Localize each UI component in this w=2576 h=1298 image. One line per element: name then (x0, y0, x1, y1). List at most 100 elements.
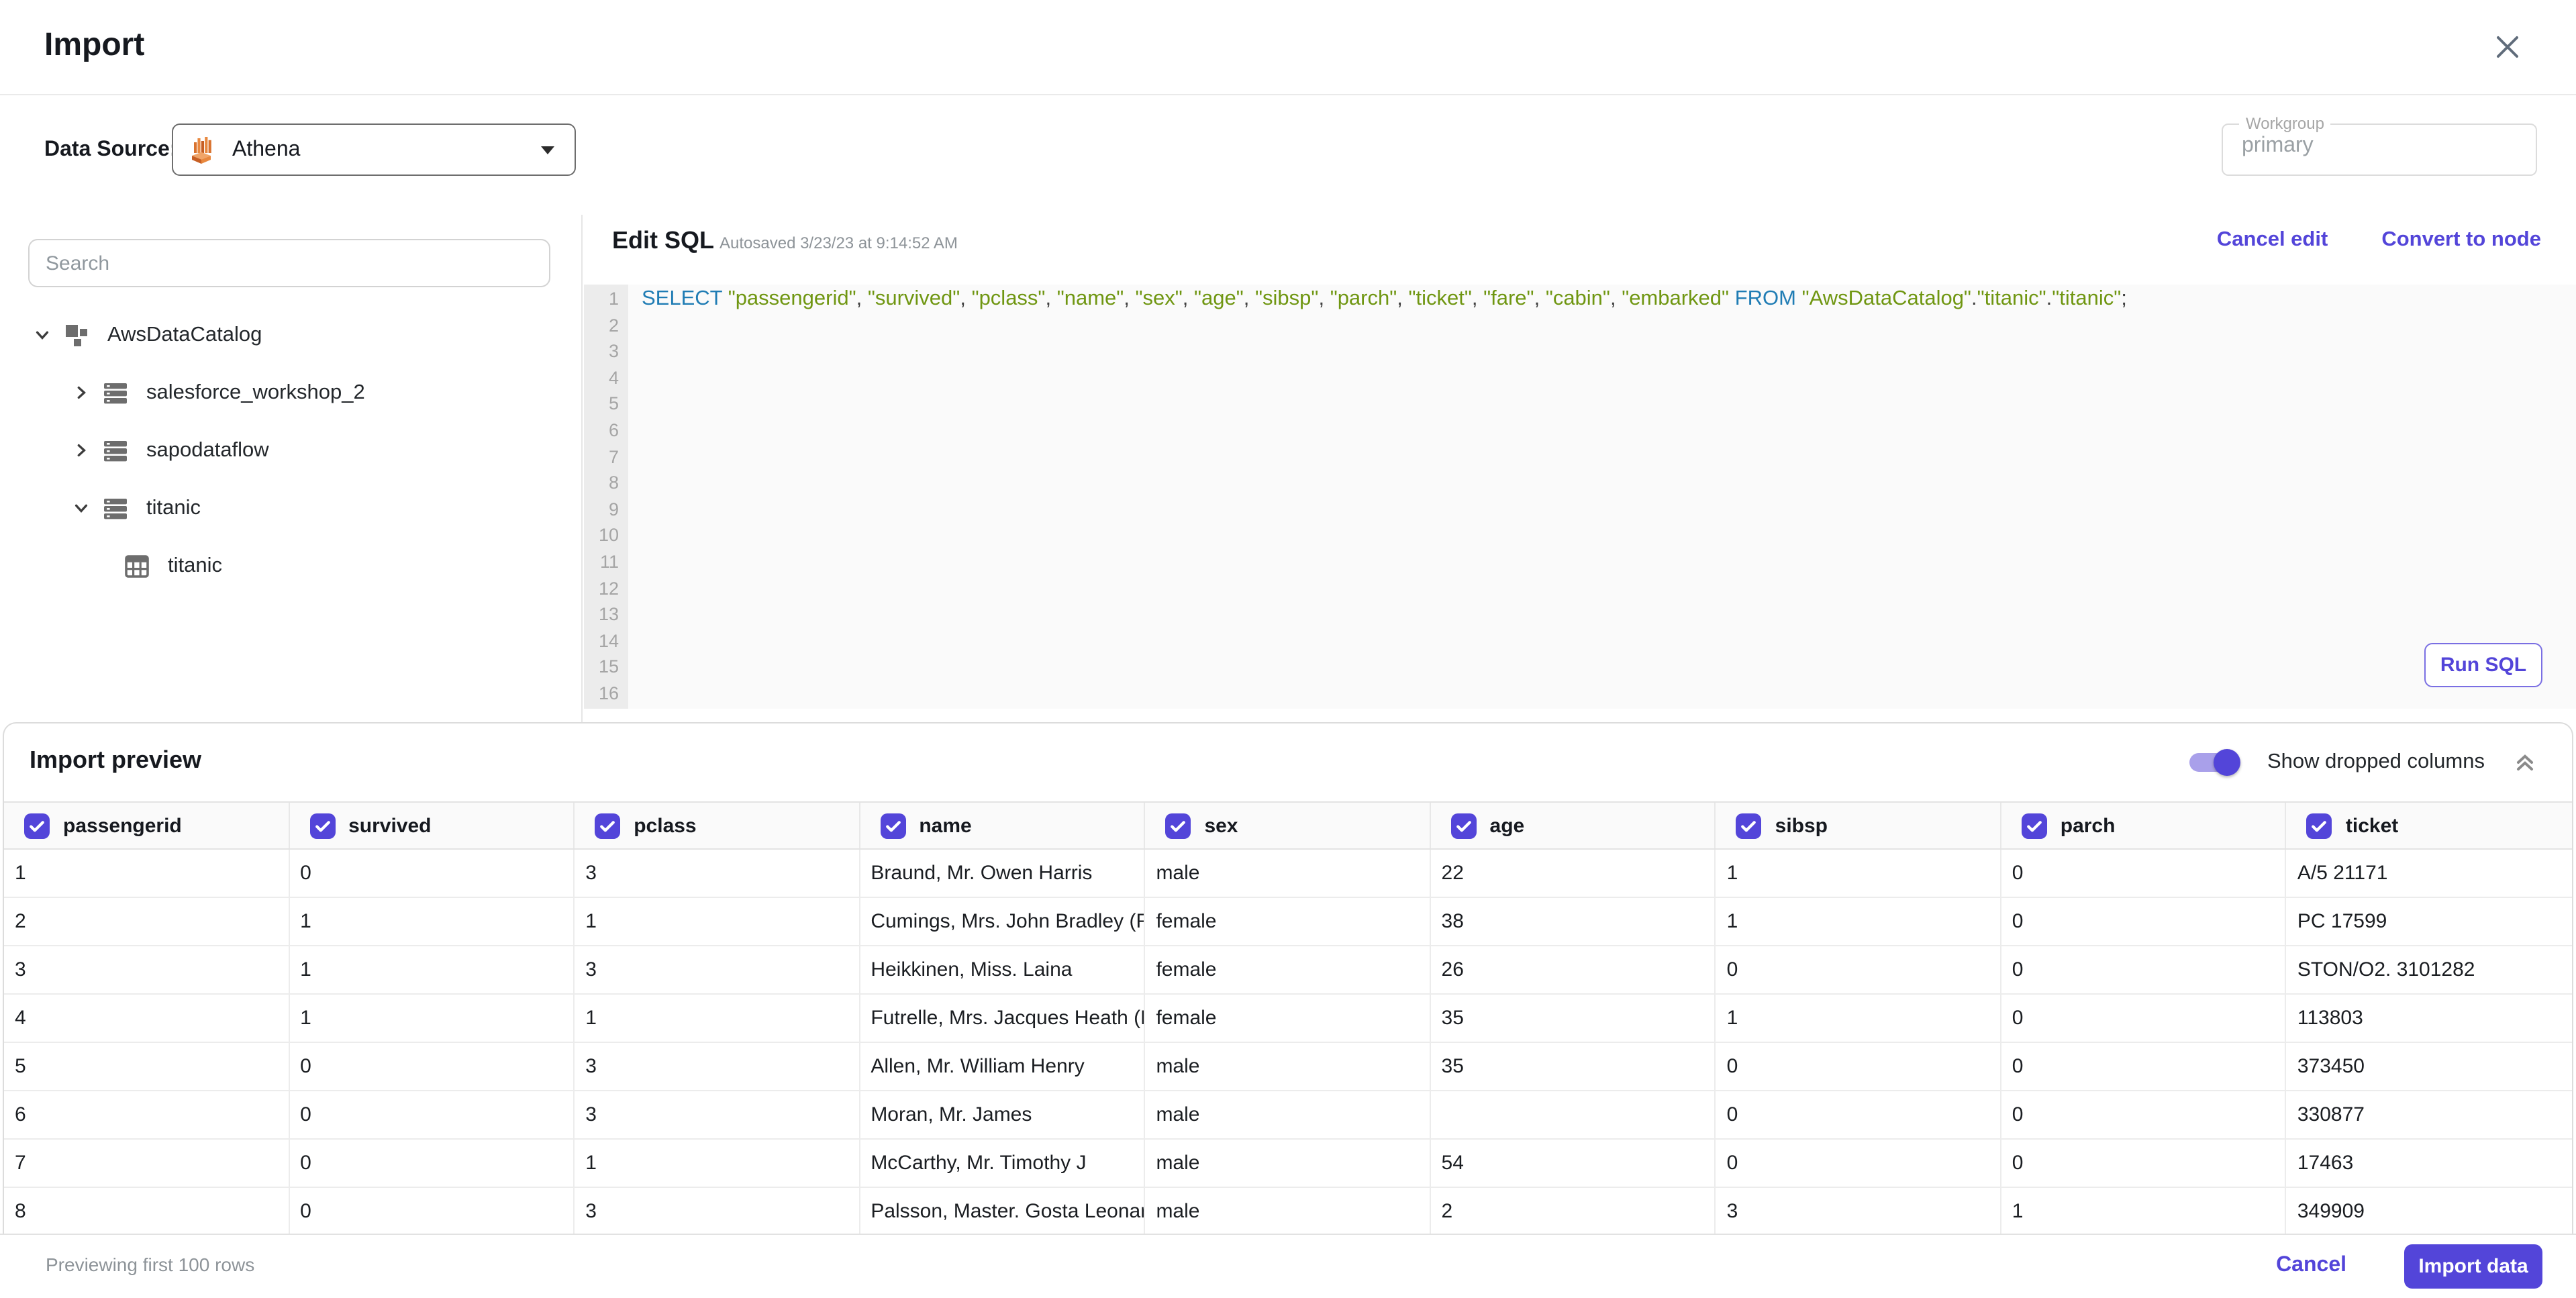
table-row-3: 3 1 3 Heikkinen, Miss. Laina female 26 0 0 STON/… (4, 946, 2572, 995)
cell-sibsp: 1 (1716, 850, 2001, 898)
column-checkbox-sibsp[interactable] (1736, 813, 1762, 838)
cell-survived: 0 (289, 850, 575, 898)
import-data-button[interactable]: Import data (2404, 1244, 2542, 1289)
sql-statement: SELECT "passengerid", "survived", "pclas… (642, 286, 2576, 312)
column-checkbox-sex[interactable] (1165, 813, 1191, 838)
cell-age: 54 (1430, 1140, 1716, 1188)
column-checkbox-pclass[interactable] (595, 813, 621, 838)
cell-ticket: 349909 (2287, 1188, 2572, 1235)
sql-editor-header: Edit SQL Autosaved 3/23/23 at 9:14:52 AM… (583, 215, 2576, 285)
tree-item-salesforce_workshop_2-1[interactable]: salesforce_workshop_2 (0, 364, 581, 421)
column-header-survived: survived (289, 803, 575, 848)
cell-name: McCarthy, Mr. Timothy J (860, 1140, 1146, 1188)
cell-ticket: PC 17599 (2286, 898, 2572, 946)
sql-token-pl: , (1609, 287, 1622, 310)
sql-token-pl: , (1124, 287, 1136, 310)
column-checkbox-ticket[interactable] (2306, 813, 2332, 838)
cell-name: Palsson, Master. Gosta Leonard (860, 1188, 1146, 1235)
workgroup-field[interactable]: Workgroup (2222, 114, 2537, 176)
tree-item-titanic-4[interactable]: titanic (0, 537, 581, 595)
cell-passengerid: 3 (4, 946, 290, 995)
column-checkbox-passengerid[interactable] (24, 813, 50, 838)
data-source-select[interactable]: Athena (172, 123, 576, 176)
column-checkbox-survived[interactable] (309, 813, 336, 838)
sql-token-str: "AwsDataCatalog" (1801, 287, 1971, 310)
workgroup-input[interactable] (2239, 133, 2513, 160)
tree-item-AwsDataCatalog-0[interactable]: AwsDataCatalog (0, 306, 581, 364)
cell-age (1430, 1091, 1716, 1140)
show-dropped-columns-label: Show dropped columns (2267, 750, 2485, 773)
tree-item-sapodataflow-2[interactable]: sapodataflow (0, 421, 581, 479)
cell-sibsp: 3 (1716, 1188, 2001, 1235)
cell-name: Allen, Mr. William Henry (860, 1043, 1146, 1091)
cell-passengerid: 6 (4, 1091, 290, 1140)
column-header-age: age (1431, 803, 1716, 848)
table-row-1: 1 0 3 Braund, Mr. Owen Harris male 22 1 0 A/5 21… (4, 850, 2572, 898)
convert-to-node-link[interactable]: Convert to node (2381, 228, 2541, 252)
cell-parch: 0 (2001, 850, 2287, 898)
show-dropped-columns-toggle[interactable] (2189, 749, 2240, 776)
cell-age: 2 (1431, 1188, 1716, 1235)
chevron-down-icon[interactable] (71, 499, 90, 517)
database-icon (102, 379, 129, 406)
column-label: parch (2060, 814, 2116, 837)
run-sql-button[interactable]: Run SQL (2424, 643, 2542, 687)
chevron-right-icon[interactable] (71, 441, 90, 460)
import-preview-title: Import preview (30, 746, 202, 773)
cell-sex: male (1145, 1091, 1431, 1140)
preview-table-header: passengerid survived pclass name sex age sibsp… (4, 801, 2572, 850)
sql-token-str: "pclass" (971, 287, 1046, 310)
cell-pclass: 3 (575, 1188, 860, 1235)
column-checkbox-parch[interactable] (2021, 813, 2047, 838)
import-preview-header: Import preview Show dropped columns (4, 723, 2572, 801)
cell-passengerid: 4 (4, 995, 290, 1043)
data-source-value: Athena (232, 138, 301, 160)
cell-sex: male (1145, 1140, 1431, 1188)
collapse-panel-icon[interactable] (2514, 752, 2536, 773)
sql-token-str: "fare" (1483, 287, 1534, 310)
line-number: 13 (598, 604, 619, 625)
cell-survived: 0 (289, 1140, 575, 1188)
cell-survived: 1 (289, 995, 575, 1043)
page-title: Import (44, 27, 145, 63)
cancel-button[interactable]: Cancel (2268, 1252, 2355, 1279)
sql-token-str: "sibsp" (1255, 287, 1319, 310)
cell-name: Heikkinen, Miss. Laina (860, 946, 1146, 995)
cell-name: Braund, Mr. Owen Harris (860, 850, 1146, 898)
import-dialog: Import Data Source: Athena Workgroup pri… (0, 0, 2576, 1298)
sql-code-body[interactable]: SELECT "passengerid", "survived", "pclas… (628, 285, 2576, 709)
cell-passengerid: 5 (4, 1043, 290, 1091)
cell-sex: female (1145, 946, 1431, 995)
cell-age: 35 (1430, 995, 1716, 1043)
column-checkbox-age[interactable] (1450, 813, 1477, 838)
cancel-edit-link[interactable]: Cancel edit (2217, 228, 2328, 252)
column-checkbox-name[interactable] (880, 813, 906, 838)
cell-passengerid: 2 (4, 898, 290, 946)
cell-parch: 0 (2001, 1043, 2287, 1091)
chevron-right-icon[interactable] (71, 383, 90, 402)
cell-sex: male (1145, 1043, 1431, 1091)
sql-token-str: "titanic" (2052, 287, 2122, 310)
data-source-label: Data Source: (44, 138, 177, 161)
tree-item-label: titanic (146, 496, 201, 519)
cell-survived: 1 (289, 946, 575, 995)
line-number-gutter: 1 2 3 4 5 6 7 8 9 10 11 12 13 14 15 16 (584, 285, 628, 709)
sql-token-pl: , (1534, 287, 1546, 310)
line-number: 9 (608, 499, 619, 519)
sql-token-str: "age" (1194, 287, 1244, 310)
sql-token-pl: , (1045, 287, 1057, 310)
cell-ticket: A/5 21171 (2286, 850, 2572, 898)
cell-survived: 1 (289, 898, 575, 946)
database-icon (102, 437, 129, 464)
chevron-down-icon[interactable] (32, 326, 51, 344)
cell-sex: male (1145, 1188, 1431, 1235)
sql-token-pl: , (1397, 287, 1409, 310)
cell-pclass: 3 (575, 1043, 860, 1091)
catalog-tree: AwsDataCatalog salesforce_workshop_2 sap… (0, 306, 581, 595)
sql-code-editor[interactable]: 1 2 3 4 5 6 7 8 9 10 11 12 13 14 15 16 SELECT "passenge… (584, 285, 2576, 709)
cell-survived: 0 (289, 1091, 575, 1140)
close-icon[interactable] (2493, 32, 2522, 62)
tree-item-titanic-3[interactable]: titanic (0, 479, 581, 537)
search-input[interactable] (30, 240, 549, 286)
cell-survived: 0 (289, 1043, 575, 1091)
